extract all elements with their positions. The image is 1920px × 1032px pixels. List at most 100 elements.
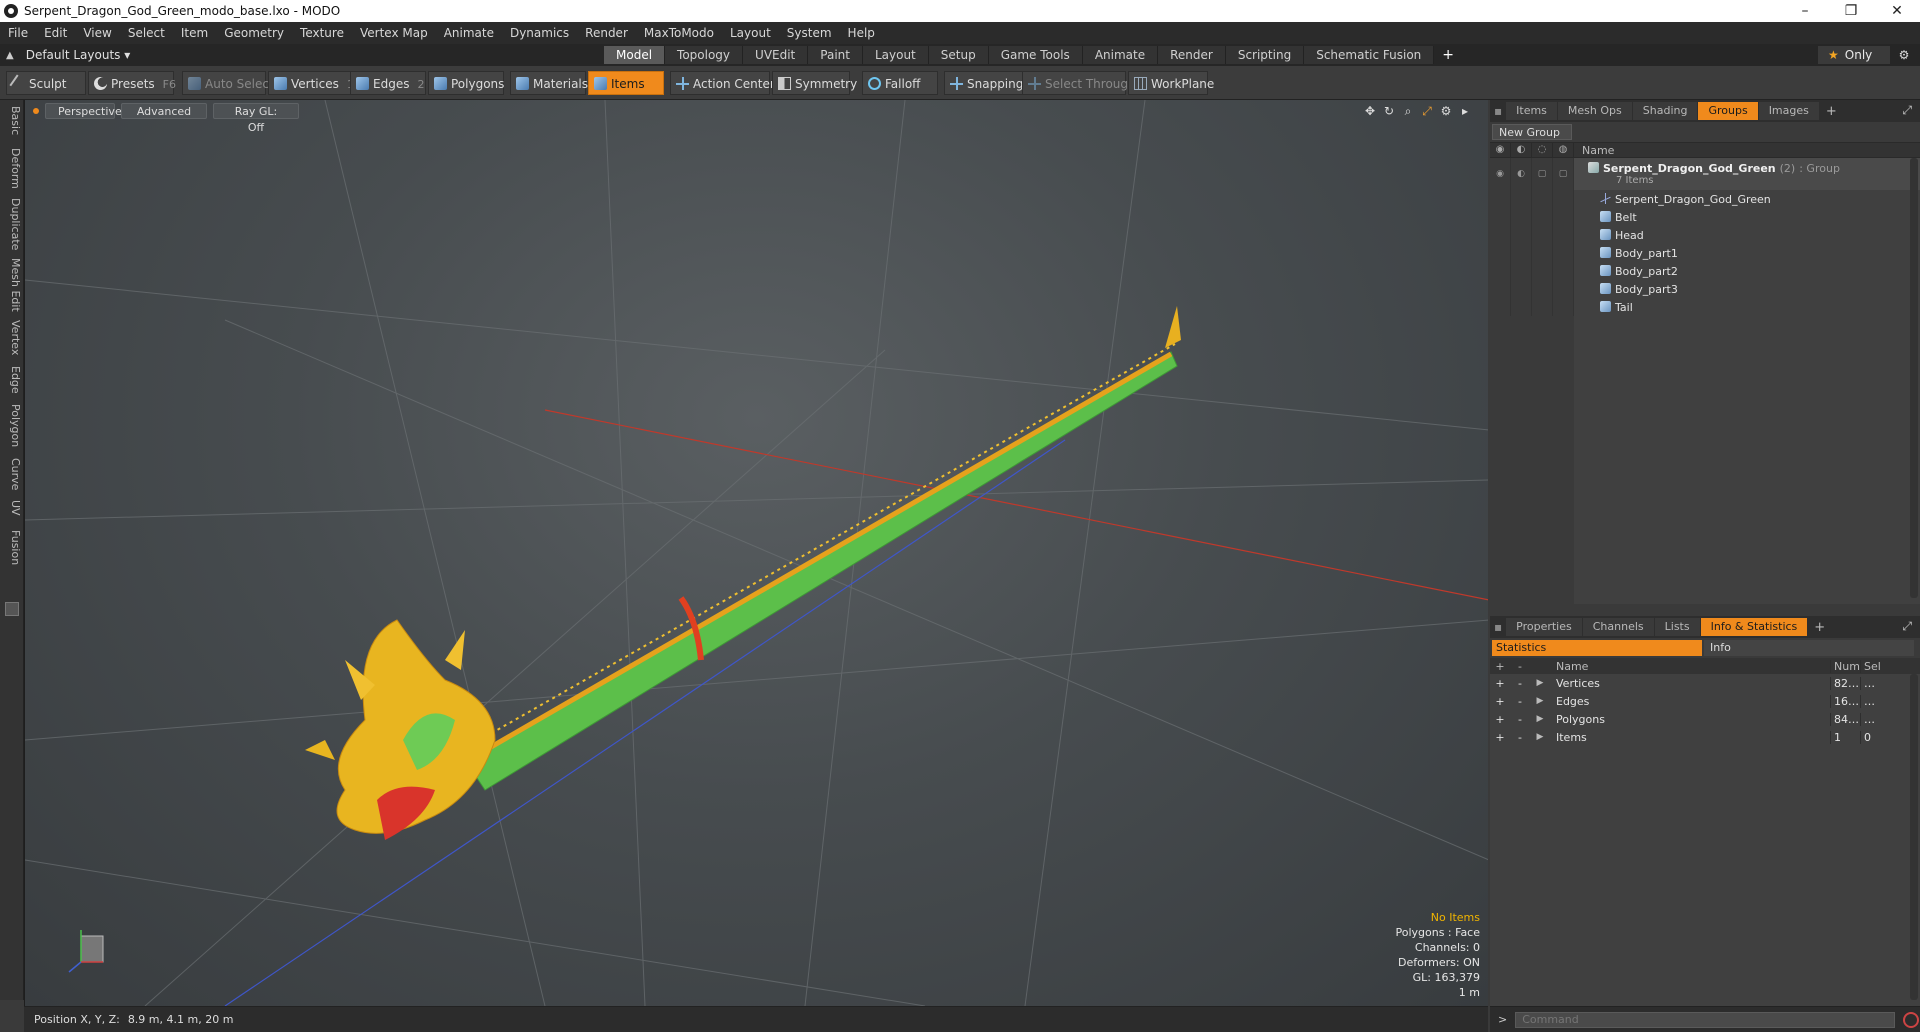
tab-items[interactable]: Items — [1506, 102, 1557, 120]
presets-button[interactable]: Presets F6 — [88, 71, 176, 95]
add-selection-icon[interactable]: + — [1490, 731, 1510, 744]
expand-triangle-icon[interactable]: ▶ — [1530, 732, 1550, 742]
menu-select[interactable]: Select — [120, 22, 173, 44]
subtab-statistics[interactable]: Statistics — [1492, 640, 1702, 656]
tab-layout[interactable]: Layout — [862, 46, 929, 64]
polygons-button[interactable]: Polygons — [428, 71, 504, 95]
add-tab-button[interactable]: + — [1434, 46, 1462, 64]
expand-triangle-icon[interactable]: ▶ — [1530, 696, 1550, 706]
tree-row[interactable]: Body_part1 — [1490, 244, 1920, 262]
remove-selection-icon[interactable]: - — [1510, 695, 1530, 708]
remove-selection-icon[interactable]: - — [1510, 731, 1530, 744]
menu-vertex-map[interactable]: Vertex Map — [352, 22, 436, 44]
menu-geometry[interactable]: Geometry — [216, 22, 292, 44]
group-eye-icon[interactable]: ◉ — [1490, 158, 1511, 190]
tab-properties[interactable]: Properties — [1506, 618, 1582, 636]
tab-schematic-fusion[interactable]: Schematic Fusion — [1304, 46, 1435, 64]
command-input[interactable] — [1515, 1011, 1896, 1028]
tree-row[interactable]: Head — [1490, 226, 1920, 244]
expand-triangle-icon[interactable]: ▶ — [1530, 714, 1550, 724]
vtab-edge[interactable]: Edge — [2, 366, 22, 394]
tab-groups[interactable]: Groups — [1698, 102, 1758, 120]
vtab-curve[interactable]: Curve — [2, 458, 22, 490]
tree-row[interactable]: Serpent_Dragon_God_Green — [1490, 190, 1920, 208]
3d-viewport[interactable]: Perspective Advanced Ray GL: Off ✥ ↻ ⌕ ⤢… — [24, 100, 1488, 1006]
tab-topology[interactable]: Topology — [665, 46, 744, 64]
select-through-button[interactable]: Select Through — [1022, 71, 1136, 95]
perspective-dropdown[interactable]: Perspective — [45, 103, 122, 119]
add-selection-icon[interactable]: + — [1490, 677, 1510, 690]
menu-edit[interactable]: Edit — [36, 22, 75, 44]
gear-icon[interactable]: ⚙ — [1894, 46, 1914, 64]
menu-animate[interactable]: Animate — [436, 22, 502, 44]
subtab-info[interactable]: Info — [1704, 640, 1914, 656]
close-button[interactable]: ✕ — [1874, 0, 1920, 22]
menu-texture[interactable]: Texture — [292, 22, 352, 44]
add-panel-tab-icon[interactable]: + — [1808, 620, 1831, 635]
group-lock-icon[interactable]: ▢ — [1532, 158, 1553, 190]
viewport-more-icon[interactable]: ▸ — [1457, 103, 1473, 119]
snapping-button[interactable]: Snapping — [944, 71, 1026, 95]
vertices-button[interactable]: Vertices1 — [268, 71, 354, 95]
group-render-icon[interactable]: ◐ — [1511, 158, 1532, 190]
items-button[interactable]: Items — [588, 71, 664, 95]
menu-render[interactable]: Render — [577, 22, 636, 44]
new-group-button[interactable]: New Group — [1492, 124, 1572, 140]
vtab-deform[interactable]: Deform — [2, 148, 22, 189]
group-row[interactable]: ◉ ◐ ▢ ▢ Serpent_Dragon_God_Green (2): Group … — [1490, 158, 1920, 190]
menu-item[interactable]: Item — [173, 22, 216, 44]
tab-channels[interactable]: Channels — [1582, 618, 1654, 636]
expand-panel-icon[interactable]: ⤢ — [1902, 103, 1912, 118]
stats-row[interactable]: + - ▶ Vertices 82… … — [1490, 674, 1920, 692]
tree-row[interactable]: Tail — [1490, 298, 1920, 316]
render-column-icon[interactable]: ◐ — [1511, 142, 1532, 158]
symmetry-button[interactable]: Symmetry — [772, 71, 857, 95]
sculpt-button[interactable]: Sculpt — [6, 71, 86, 95]
tab-mesh-ops[interactable]: Mesh Ops — [1557, 102, 1632, 120]
edges-button[interactable]: Edges 2 — [350, 71, 426, 95]
zoom-icon[interactable]: ⌕ — [1400, 103, 1416, 119]
menu-system[interactable]: System — [779, 22, 840, 44]
menu-help[interactable]: Help — [840, 22, 883, 44]
stats-row[interactable]: + - ▶ Polygons 84… … — [1490, 710, 1920, 728]
panel-toggle-icon[interactable] — [5, 602, 19, 616]
stats-row[interactable]: + - ▶ Items 1 0 — [1490, 728, 1920, 746]
add-panel-tab-icon[interactable]: + — [1820, 104, 1843, 119]
tab-model[interactable]: Model — [604, 46, 666, 64]
vtab-mesh-edit[interactable]: Mesh Edit — [2, 258, 22, 312]
select-column-icon[interactable]: ◍ — [1553, 142, 1574, 158]
maximize-button[interactable]: ❐ — [1828, 0, 1874, 22]
expand-all-icon[interactable]: + — [1490, 660, 1510, 673]
viewport-settings-icon[interactable]: ⚙ — [1438, 103, 1454, 119]
add-selection-icon[interactable]: + — [1490, 713, 1510, 726]
tree-row[interactable]: Body_part2 — [1490, 262, 1920, 280]
tab-paint[interactable]: Paint — [808, 46, 863, 64]
raygl-dropdown[interactable]: Ray GL: Off — [213, 103, 299, 134]
only-button[interactable]: ★ Only — [1818, 46, 1890, 64]
falloff-button[interactable]: Falloff — [862, 71, 938, 95]
tab-scripting[interactable]: Scripting — [1225, 46, 1305, 64]
vtab-vertex[interactable]: Vertex — [2, 320, 22, 355]
vtab-basic[interactable]: Basic — [2, 106, 22, 135]
workplane-button[interactable]: WorkPlane — [1128, 71, 1214, 95]
remove-selection-icon[interactable]: - — [1510, 677, 1530, 690]
stats-row[interactable]: + - ▶ Edges 16… … — [1490, 692, 1920, 710]
vtab-duplicate[interactable]: Duplicate — [2, 198, 22, 250]
vtab-fusion[interactable]: Fusion — [2, 530, 22, 565]
tab-images[interactable]: Images — [1758, 102, 1819, 120]
viewport-options-dot[interactable] — [33, 108, 39, 114]
menu-dynamics[interactable]: Dynamics — [502, 22, 577, 44]
menu-maxtomodo[interactable]: MaxToModo — [636, 22, 722, 44]
menu-layout[interactable]: Layout — [722, 22, 779, 44]
auto-select-button[interactable]: Auto Select — [182, 71, 274, 95]
rotate-icon[interactable]: ↻ — [1381, 103, 1397, 119]
action-center-button[interactable]: Action Center — [670, 71, 775, 95]
tab-uvedit[interactable]: UVEdit — [743, 46, 809, 64]
tree-row[interactable]: Body_part3 — [1490, 280, 1920, 298]
serpent-dragon-model[interactable] — [305, 306, 1181, 840]
record-macro-icon[interactable] — [1903, 1011, 1920, 1028]
group-select-icon[interactable]: ▢ — [1553, 158, 1574, 190]
layout-selector[interactable]: ▲ Default Layouts ▾ — [0, 48, 600, 62]
vtab-uv[interactable]: UV — [2, 500, 22, 516]
minimize-button[interactable]: – — [1782, 0, 1828, 22]
